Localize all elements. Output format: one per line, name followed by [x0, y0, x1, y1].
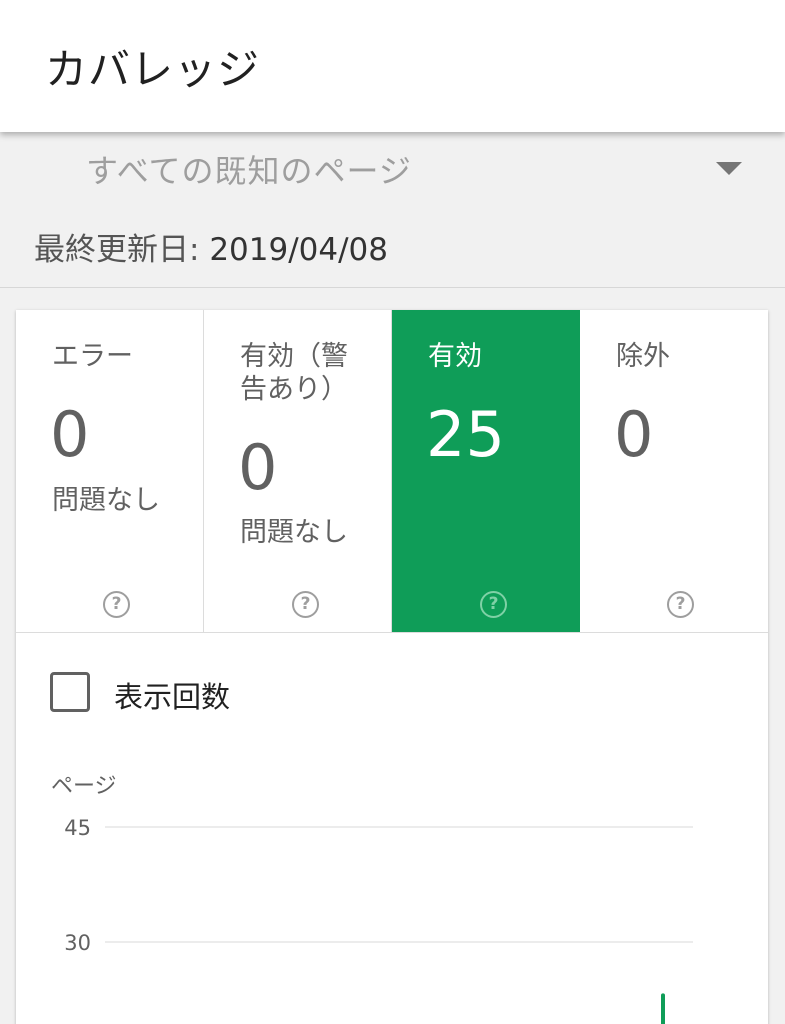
- tile-excluded[interactable]: 除外 0 ?: [580, 310, 768, 632]
- help-circle-icon[interactable]: ?: [103, 591, 130, 618]
- help-circle-icon[interactable]: ?: [667, 591, 694, 618]
- page-filter-dropdown[interactable]: すべての既知のページ: [0, 132, 785, 200]
- tile-count: 0: [50, 398, 90, 471]
- y-tick-label: 45: [64, 816, 91, 840]
- y-tick-label: 30: [64, 931, 91, 955]
- tile-label: 有効（警告あり）: [240, 341, 348, 405]
- tile-error[interactable]: エラー 0 問題なし ?: [16, 310, 204, 632]
- app-bar: カバレッジ: [0, 0, 785, 132]
- tile-subtext: 問題なし: [52, 485, 160, 516]
- divider: [0, 287, 785, 288]
- impressions-checkbox[interactable]: [50, 672, 90, 712]
- tile-count: 0: [238, 431, 278, 504]
- last-updated-date: 2019/04/08: [209, 232, 388, 268]
- impressions-label: 表示回数: [114, 680, 231, 714]
- help-circle-icon[interactable]: ?: [292, 591, 319, 618]
- tile-count: 0: [614, 398, 654, 471]
- page-title: カバレッジ: [45, 45, 261, 94]
- last-updated-label: 最終更新日:: [34, 232, 200, 268]
- tile-label: 除外: [616, 341, 670, 372]
- y-axis-label: ページ: [51, 774, 117, 799]
- status-tiles: エラー 0 問題なし ? 有効（警告あり） 0 問題なし ? 有効 25 ? 除…: [16, 310, 768, 633]
- tile-count: 25: [426, 398, 505, 471]
- last-updated: 最終更新日: 2019/04/08: [34, 224, 388, 269]
- tile-subtext: 問題なし: [240, 517, 348, 548]
- tile-valid-with-warnings[interactable]: 有効（警告あり） 0 問題なし ?: [204, 310, 392, 632]
- dropdown-arrow-icon: [716, 162, 742, 175]
- coverage-screen: カバレッジ すべての既知のページ 最終更新日: 2019/04/08 エラー 0…: [0, 0, 785, 1024]
- tile-label: エラー: [52, 341, 133, 372]
- tile-label: 有効: [428, 341, 482, 372]
- tile-valid[interactable]: 有効 25 ?: [392, 310, 580, 632]
- page-filter-value: すべての既知のページ: [86, 152, 412, 190]
- coverage-chart: ページ 45 30: [51, 774, 693, 1024]
- help-circle-icon[interactable]: ?: [480, 591, 507, 618]
- coverage-card: エラー 0 問題なし ? 有効（警告あり） 0 問題なし ? 有効 25 ? 除…: [16, 310, 768, 1024]
